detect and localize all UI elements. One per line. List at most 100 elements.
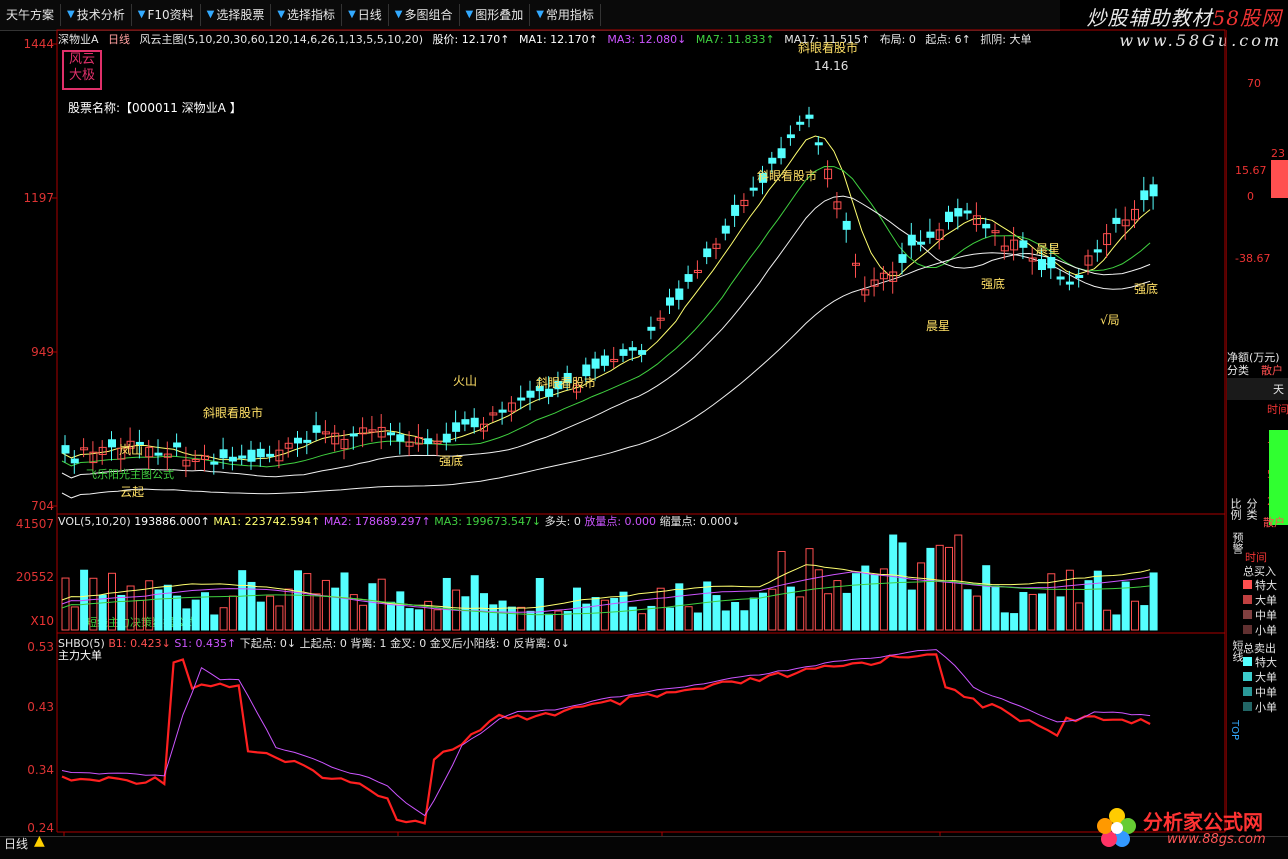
cat-label: 分类 <box>1227 364 1249 377</box>
volume-bar <box>545 613 554 631</box>
volume-bar <box>1075 602 1084 631</box>
volume-bar <box>945 546 953 631</box>
volume-bar <box>517 606 526 631</box>
candle-body <box>945 211 953 223</box>
volume-bar <box>982 565 991 631</box>
candle-body <box>517 397 526 401</box>
swatch <box>1243 625 1252 634</box>
buy-label: 特大 <box>1255 579 1277 592</box>
candle-body <box>684 274 693 282</box>
chart-annotation: √局 <box>1100 313 1120 327</box>
main-panel-frame <box>56 29 1226 515</box>
candle-body <box>731 204 740 216</box>
candle-body <box>638 350 647 355</box>
candle-body <box>219 449 228 459</box>
volume-bar <box>852 573 860 631</box>
buy-item: 大单 <box>1243 592 1277 608</box>
candle-body <box>582 364 591 377</box>
candle-body <box>926 231 935 238</box>
candle-body <box>526 390 535 398</box>
candle-body <box>1093 249 1102 253</box>
volume-bar <box>647 605 656 631</box>
volume-bar <box>294 570 302 631</box>
chart-annotation: 晨星 <box>926 319 950 333</box>
candle-body <box>442 433 451 443</box>
volume-bar <box>275 605 284 631</box>
volume-bar <box>321 579 330 631</box>
volume-bar <box>182 608 191 631</box>
volume-bar <box>154 589 163 631</box>
volume-bar <box>1038 593 1046 631</box>
volume-bar <box>414 609 423 631</box>
stock-chart[interactable]: 斜眼看股市斜眼看股市斜眼看股市斜眼看股市火山岚山云起强底强底 强底晨星晨星 √局14… <box>0 0 1288 858</box>
volume-bar <box>591 597 600 631</box>
candle-body <box>666 297 674 306</box>
side-net-bar <box>1271 160 1288 198</box>
swatch <box>1243 580 1252 589</box>
candle-body <box>786 134 795 139</box>
period-tab[interactable]: 日线 <box>4 835 28 852</box>
candle-body <box>173 442 182 448</box>
candle-body <box>907 234 916 246</box>
volume-bar <box>786 586 795 631</box>
volume-bar <box>98 594 107 631</box>
volume-bar <box>693 612 702 631</box>
buy-label: 大单 <box>1255 594 1277 607</box>
candle-body <box>470 417 479 428</box>
swatch <box>1243 702 1252 711</box>
volume-bar <box>935 544 944 631</box>
side-tick: 15.67 <box>1235 164 1267 177</box>
buy-item: 特大 <box>1243 577 1277 593</box>
triangle-up-icon[interactable]: ▲ <box>34 833 45 849</box>
volume-bar <box>117 594 126 631</box>
volume-bar <box>368 583 377 631</box>
volume-bar <box>303 573 312 631</box>
sell-item: 大单 <box>1243 669 1277 685</box>
volume-bar <box>507 606 516 631</box>
candle-body <box>628 347 637 351</box>
volume-bar <box>796 596 805 631</box>
swatch <box>1243 672 1252 681</box>
candle-body <box>294 437 302 444</box>
candle-body <box>768 157 777 164</box>
volume-bar <box>396 591 405 631</box>
swatch <box>1243 687 1252 696</box>
candle-body <box>721 225 730 234</box>
candle-body <box>498 409 507 413</box>
volume-bar <box>926 547 935 631</box>
side-tick: 0 <box>1247 190 1254 203</box>
candle-body <box>256 448 265 458</box>
volume-bar <box>331 587 340 631</box>
buy-label: 中单 <box>1255 609 1277 622</box>
chart-annotation: 云起 <box>120 485 144 499</box>
volume-bar <box>731 602 740 631</box>
volume-bar <box>879 568 888 631</box>
candle-body <box>619 349 628 356</box>
side-tick: 70 <box>1247 77 1261 90</box>
volume-bar <box>963 589 972 631</box>
volume-bar <box>266 595 275 631</box>
candle-body <box>647 326 656 331</box>
day-tab[interactable]: 天 <box>1227 378 1288 400</box>
volume-bar <box>1056 596 1065 631</box>
volume-bar <box>1084 580 1093 631</box>
sanhu-label: 散户 <box>1261 364 1283 377</box>
volume-bar <box>377 578 386 631</box>
candle-body <box>1149 184 1158 197</box>
candle-body <box>600 355 609 366</box>
chart-annotation: 岚山 <box>119 443 143 457</box>
volume-bar <box>312 593 321 631</box>
volume-bar <box>1140 605 1149 631</box>
time-label: 时间 <box>1267 403 1288 416</box>
candle-body <box>1075 275 1084 279</box>
fenlei-label: 分类 <box>1245 498 1258 520</box>
promo-text: 飞乐阳光主图公式 <box>86 467 174 481</box>
volume-bar <box>972 595 981 631</box>
bili-label: 比例 <box>1229 498 1242 520</box>
candle-body <box>675 288 684 300</box>
chart-annotation: 强底 <box>439 453 463 468</box>
volume-bar <box>833 580 842 631</box>
candle-body <box>247 449 256 462</box>
volume-bar <box>1112 614 1121 631</box>
candle-body <box>898 254 907 263</box>
